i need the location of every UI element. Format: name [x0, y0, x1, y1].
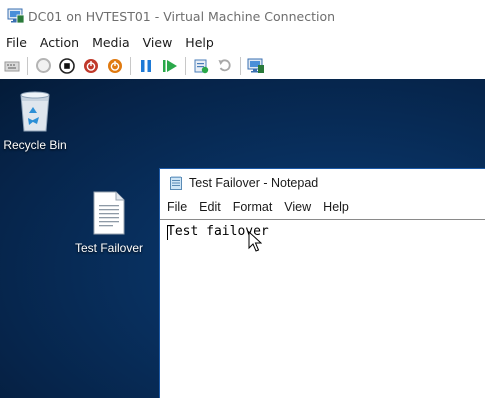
window-titlebar: DC01 on HVTEST01 - Virtual Machine Conne… — [0, 0, 485, 32]
ctrl-alt-del-icon[interactable] — [3, 57, 21, 75]
menu-file[interactable]: File — [0, 35, 34, 50]
revert-icon[interactable] — [216, 57, 234, 75]
toolbar — [0, 53, 485, 78]
menu-action[interactable]: Action — [34, 35, 86, 50]
enhanced-session-icon[interactable] — [247, 57, 265, 75]
recycle-bin-icon — [15, 87, 55, 133]
notepad-window[interactable]: Test Failover - Notepad File Edit Format… — [159, 168, 485, 398]
save-icon[interactable] — [106, 57, 124, 75]
menu-view[interactable]: View — [137, 35, 180, 50]
guest-desktop[interactable]: Recycle Bin Test Failover Test Failover … — [0, 79, 485, 398]
notepad-menu-edit[interactable]: Edit — [193, 200, 227, 214]
test-failover-shortcut[interactable]: Test Failover — [73, 191, 145, 255]
notepad-icon — [169, 176, 183, 190]
notepad-menu-file[interactable]: File — [160, 200, 193, 214]
notepad-menu-help[interactable]: Help — [317, 200, 355, 214]
notepad-menu-format[interactable]: Format — [227, 200, 279, 214]
text-document-icon — [91, 191, 127, 235]
toolbar-separator — [240, 56, 241, 75]
start-icon[interactable] — [34, 57, 52, 75]
shut-down-icon[interactable] — [82, 57, 100, 75]
test-failover-label: Test Failover — [74, 241, 144, 255]
toolbar-separator — [130, 56, 131, 75]
menu-media[interactable]: Media — [86, 35, 137, 50]
resume-icon[interactable] — [161, 57, 179, 75]
text-caret — [167, 225, 168, 240]
notepad-menu-view[interactable]: View — [278, 200, 317, 214]
recycle-bin-label: Recycle Bin — [3, 138, 67, 152]
mouse-pointer-icon — [248, 230, 263, 253]
notepad-menu-bar: File Edit Format View Help — [160, 197, 485, 217]
toolbar-separator — [27, 56, 28, 75]
notepad-titlebar[interactable]: Test Failover - Notepad — [160, 169, 485, 197]
notepad-title: Test Failover - Notepad — [189, 176, 319, 190]
menu-bar: File Action Media View Help — [0, 32, 485, 52]
checkpoint-icon[interactable] — [192, 57, 210, 75]
virtual-machine-icon — [7, 8, 25, 24]
pause-icon[interactable] — [137, 57, 155, 75]
menu-help[interactable]: Help — [179, 35, 221, 50]
recycle-bin-shortcut[interactable]: Recycle Bin — [2, 87, 68, 152]
turn-off-icon[interactable] — [58, 57, 76, 75]
notepad-text-area[interactable]: Test failover — [160, 219, 485, 398]
window-title: DC01 on HVTEST01 - Virtual Machine Conne… — [28, 8, 336, 24]
toolbar-separator — [185, 56, 186, 75]
